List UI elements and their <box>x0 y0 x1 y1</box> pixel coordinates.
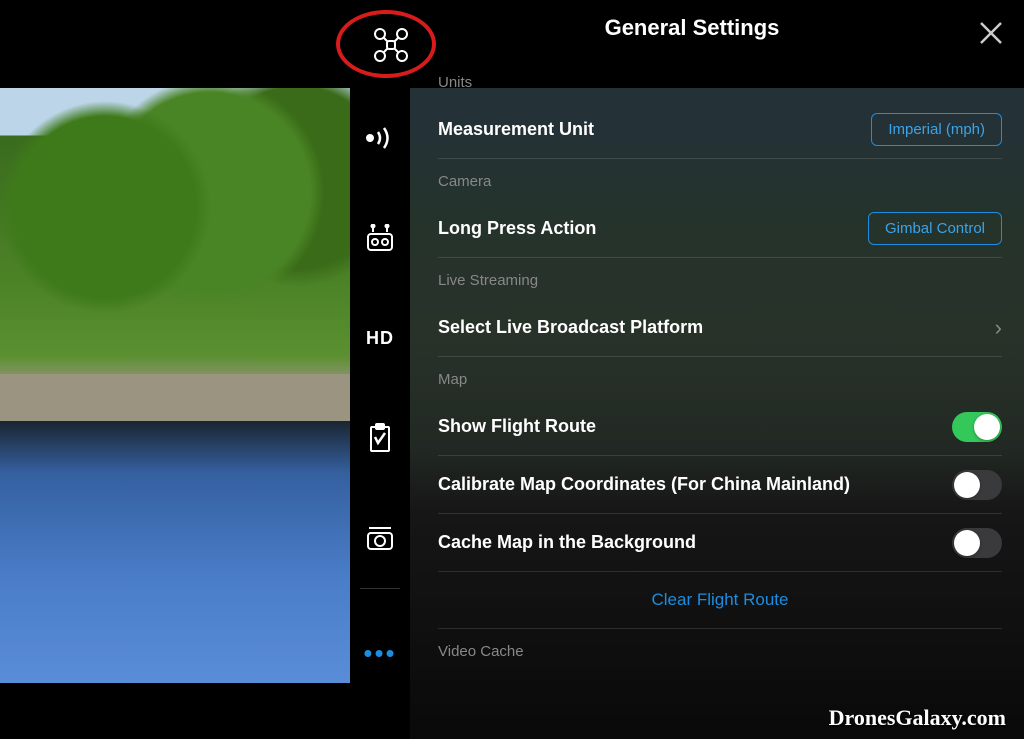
settings-panel: Units Measurement Unit Imperial (mph) Ca… <box>410 60 1024 739</box>
camera-preview <box>0 88 350 683</box>
sidebar-item-controller[interactable] <box>350 188 410 288</box>
measurement-unit-label: Measurement Unit <box>438 119 594 140</box>
camera-icon <box>365 525 395 551</box>
sidebar-separator <box>360 588 400 589</box>
chevron-right-icon: › <box>995 315 1002 341</box>
more-icon: ••• <box>363 640 396 666</box>
calibrate-toggle[interactable] <box>952 470 1002 500</box>
controller-icon <box>365 224 395 252</box>
hd-icon: HD <box>366 328 394 349</box>
close-button[interactable] <box>976 18 1006 48</box>
section-live: Live Streaming <box>438 258 1002 299</box>
measurement-unit-value[interactable]: Imperial (mph) <box>871 113 1002 146</box>
watermark: DronesGalaxy.com <box>829 705 1006 731</box>
row-calibrate-map: Calibrate Map Coordinates (For China Mai… <box>438 456 1002 514</box>
clipboard-icon <box>367 423 393 453</box>
section-map: Map <box>438 357 1002 398</box>
section-units: Units <box>438 60 1002 101</box>
sidebar-item-battery[interactable] <box>350 388 410 488</box>
sidebar-item-gimbal[interactable] <box>350 488 410 588</box>
row-long-press[interactable]: Long Press Action Gimbal Control <box>438 200 1002 258</box>
row-cache-map: Cache Map in the Background <box>438 514 1002 572</box>
sidebar-item-signal[interactable] <box>350 88 410 188</box>
row-show-flight-route: Show Flight Route <box>438 398 1002 456</box>
signal-icon <box>364 126 396 150</box>
long-press-value[interactable]: Gimbal Control <box>868 212 1002 245</box>
cache-toggle[interactable] <box>952 528 1002 558</box>
broadcast-platform-label: Select Live Broadcast Platform <box>438 317 703 338</box>
section-camera: Camera <box>438 159 1002 200</box>
show-route-toggle[interactable] <box>952 412 1002 442</box>
sidebar-item-hd[interactable]: HD <box>350 288 410 388</box>
long-press-label: Long Press Action <box>438 218 596 239</box>
row-clear-route: Clear Flight Route <box>438 572 1002 629</box>
sidebar-item-general[interactable]: ••• <box>350 623 410 683</box>
row-broadcast-platform[interactable]: Select Live Broadcast Platform › <box>438 299 1002 357</box>
section-video-cache: Video Cache <box>438 629 1002 670</box>
settings-sidebar: HD ••• <box>350 88 410 683</box>
clear-route-button[interactable]: Clear Flight Route <box>651 590 788 609</box>
show-route-label: Show Flight Route <box>438 416 596 437</box>
close-icon <box>976 18 1006 48</box>
page-title: General Settings <box>420 15 964 41</box>
drone-icon <box>373 27 409 63</box>
cache-label: Cache Map in the Background <box>438 532 696 553</box>
calibrate-label: Calibrate Map Coordinates (For China Mai… <box>438 474 850 495</box>
row-measurement-unit[interactable]: Measurement Unit Imperial (mph) <box>438 101 1002 159</box>
